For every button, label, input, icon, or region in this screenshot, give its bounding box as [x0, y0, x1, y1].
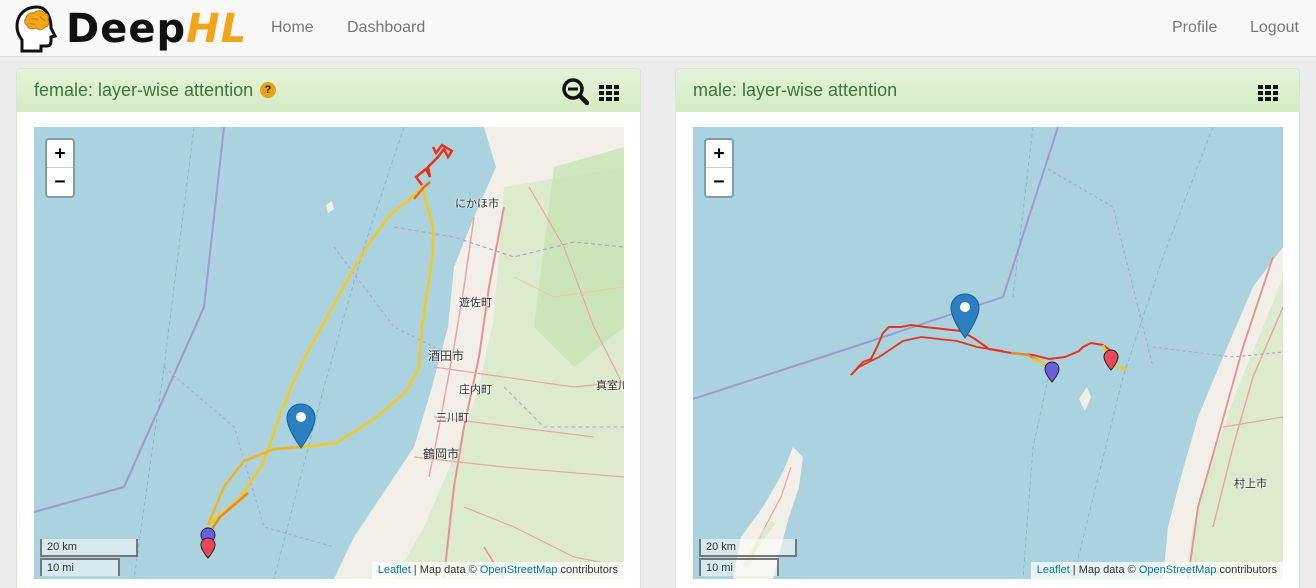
- attribution-text: | Map data ©: [410, 564, 480, 576]
- osm-link[interactable]: OpenStreetMap: [1139, 564, 1217, 576]
- help-icon[interactable]: ?: [260, 82, 276, 98]
- place-label: 鶴岡市: [423, 447, 460, 461]
- female-attention-panel: female: layer-wise attention ? にかほ市 遊佐町 …: [16, 68, 641, 588]
- attribution-tail: contributors: [557, 564, 618, 576]
- attribution-text: | Map data ©: [1069, 564, 1139, 576]
- place-label: 三川町: [436, 412, 469, 424]
- nav-profile-link[interactable]: Profile: [1172, 19, 1217, 37]
- place-label: 酒田市: [428, 349, 465, 363]
- brand-part-deep: Deep: [66, 6, 187, 52]
- leaflet-link[interactable]: Leaflet: [378, 564, 411, 576]
- grid-icon[interactable]: [599, 85, 619, 101]
- panel-heading: male: layer-wise attention: [676, 69, 1299, 112]
- nav-logout-link[interactable]: Logout: [1250, 19, 1299, 37]
- map-marker-icon[interactable]: [286, 403, 316, 449]
- zoom-in-button[interactable]: +: [47, 140, 73, 167]
- male-map[interactable]: 村上市 + − 20 km 10 mi Leaflet | Map data ©…: [693, 127, 1283, 579]
- scale-km: 20 km: [40, 539, 138, 557]
- map-attribution: Leaflet | Map data © OpenStreetMap contr…: [1030, 562, 1283, 579]
- place-label: にかほ市: [455, 198, 499, 210]
- brand[interactable]: DeepHL: [14, 2, 247, 56]
- scale-mi: 10 mi: [40, 558, 120, 576]
- nav-dashboard-link[interactable]: Dashboard: [347, 19, 425, 37]
- end-marker-icon[interactable]: [200, 537, 216, 559]
- zoom-out-button[interactable]: −: [706, 167, 732, 194]
- map-tiles: [693, 127, 1283, 579]
- start-marker-icon[interactable]: [1044, 361, 1060, 383]
- attribution-tail: contributors: [1216, 564, 1277, 576]
- male-attention-panel: male: layer-wise attention 村上市 + − 20 km…: [675, 68, 1300, 588]
- brand-name: DeepHL: [66, 9, 247, 49]
- place-label: 遊佐町: [459, 297, 492, 309]
- zoom-control: + −: [45, 138, 75, 198]
- zoom-out-button[interactable]: −: [47, 167, 73, 194]
- female-map[interactable]: にかほ市 遊佐町 酒田市 庄内町 三川町 鶴岡市 真室川 + − 20 km 1…: [34, 127, 624, 579]
- nav-home-link[interactable]: Home: [271, 19, 314, 37]
- osm-link[interactable]: OpenStreetMap: [480, 564, 558, 576]
- panel-title: female: layer-wise attention: [34, 80, 254, 100]
- zoom-control: + −: [704, 138, 734, 198]
- scale-km: 20 km: [699, 539, 797, 557]
- brand-part-hl: HL: [186, 6, 248, 52]
- brain-head-icon: [15, 5, 58, 53]
- panel-heading: female: layer-wise attention ?: [17, 69, 640, 112]
- panel-title: male: layer-wise attention: [693, 80, 898, 100]
- search-minus-icon[interactable]: [561, 77, 589, 105]
- scale-mi: 10 mi: [699, 558, 779, 576]
- map-attribution: Leaflet | Map data © OpenStreetMap contr…: [371, 562, 624, 579]
- navbar: DeepHL Home Dashboard Profile Logout: [0, 0, 1316, 57]
- leaflet-link[interactable]: Leaflet: [1037, 564, 1070, 576]
- grid-icon[interactable]: [1258, 85, 1278, 101]
- place-label: 庄内町: [459, 384, 492, 396]
- zoom-in-button[interactable]: +: [706, 140, 732, 167]
- end-marker-icon[interactable]: [1103, 349, 1119, 371]
- place-label: 村上市: [1234, 478, 1267, 490]
- map-marker-icon[interactable]: [950, 293, 980, 339]
- map-tiles: [34, 127, 624, 579]
- place-label: 真室川: [596, 380, 624, 392]
